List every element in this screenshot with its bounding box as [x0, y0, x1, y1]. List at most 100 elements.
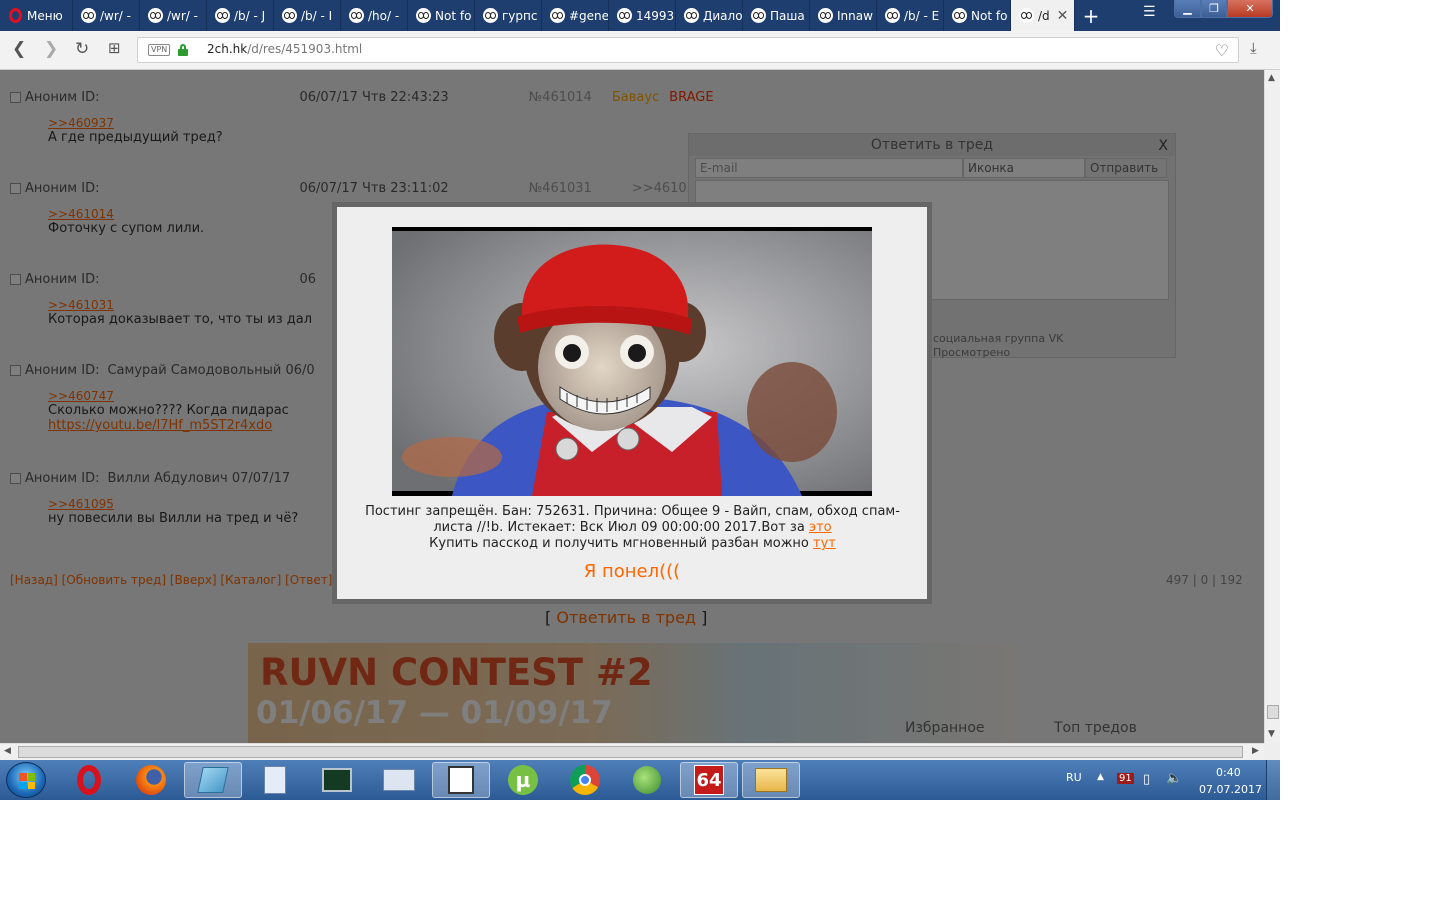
- tab[interactable]: /wr/ -: [140, 0, 207, 31]
- tab-label: /ho/ -: [368, 8, 400, 23]
- show-hidden-icons[interactable]: ▲: [1097, 772, 1104, 782]
- 2ch-favicon-icon: [282, 8, 297, 23]
- download-icon[interactable]: ⤓: [1250, 39, 1257, 57]
- scroll-thumb[interactable]: [1267, 705, 1279, 719]
- tab[interactable]: 14993: [609, 0, 676, 31]
- language-indicator[interactable]: RU: [1066, 771, 1082, 784]
- tab-label: /wr/ -: [100, 8, 131, 23]
- 2ch-favicon-icon: [751, 8, 766, 23]
- tab-label: Not fo: [435, 8, 472, 23]
- scroll-down-icon[interactable]: ▼: [1268, 729, 1275, 739]
- tab[interactable]: /b/ - E: [877, 0, 944, 31]
- tab-label: /b/ - I: [301, 8, 333, 23]
- new-tab-button[interactable]: +: [1075, 0, 1107, 31]
- windows-logo-icon: [19, 773, 35, 789]
- url-text[interactable]: 2ch.hk/d/res/451903.html: [207, 42, 362, 56]
- tab-label: Диало: [703, 8, 743, 23]
- ban-details-link[interactable]: это: [809, 520, 832, 535]
- scroll-up-icon[interactable]: ▲: [1268, 73, 1275, 83]
- tab[interactable]: #gene: [542, 0, 609, 31]
- tab[interactable]: Диало: [676, 0, 743, 31]
- tab[interactable]: гурпс: [475, 0, 542, 31]
- menu-label: Меню: [27, 8, 63, 23]
- notepad-taskbar-icon[interactable]: [184, 762, 242, 798]
- maximize-button[interactable]: ❐: [1201, 0, 1227, 18]
- start-button[interactable]: [6, 762, 46, 798]
- url-path: /d/res/451903.html: [247, 42, 363, 56]
- 2ch-favicon-icon: [416, 8, 431, 23]
- tab[interactable]: /ho/ -: [341, 0, 408, 31]
- 2ch-favicon-icon: [550, 8, 565, 23]
- minimize-button[interactable]: ▁: [1174, 0, 1201, 18]
- monkey-toy-image: [392, 227, 872, 496]
- screen: Меню /wr/ - /wr/ - /b/ - J /b/ - I /ho/ …: [0, 0, 1280, 800]
- back-icon[interactable]: ❮: [12, 39, 26, 59]
- tab-label: /d: [1038, 8, 1050, 23]
- 2ch-favicon-icon: [1019, 8, 1034, 23]
- tab-label: Innaw: [837, 8, 873, 23]
- tab[interactable]: Паша: [743, 0, 810, 31]
- close-tab-icon[interactable]: ✕: [1057, 8, 1069, 24]
- scroll-left-icon[interactable]: ◀: [4, 746, 11, 756]
- address-bar-row: ❮ ❯ ↻ ⊞ VPN 2ch.hk/d/res/451903.html ♡ ⤓: [0, 31, 1280, 70]
- opera-menu-button[interactable]: Меню: [0, 0, 73, 31]
- tab[interactable]: /b/ - I: [274, 0, 341, 31]
- 2ch-favicon-icon: [818, 8, 833, 23]
- ban-modal: Постинг запрещён. Бан: 752631. Причина: …: [332, 202, 932, 604]
- lock-icon[interactable]: [178, 44, 188, 56]
- 2ch-favicon-icon: [885, 8, 900, 23]
- firefox-taskbar-icon[interactable]: [122, 762, 180, 798]
- tab[interactable]: /b/ - J: [207, 0, 274, 31]
- tab[interactable]: /wr/ -: [73, 0, 140, 31]
- clock-time[interactable]: 0:40: [1216, 766, 1241, 779]
- scroll-right-icon[interactable]: ▶: [1252, 746, 1259, 756]
- vertical-scrollbar[interactable]: ▲ ▼: [1264, 70, 1280, 743]
- reload-icon[interactable]: ↻: [75, 39, 89, 59]
- url-host: 2ch.hk: [207, 42, 248, 56]
- tab-label: 14993: [636, 8, 675, 23]
- aida64-taskbar-icon[interactable]: 64: [680, 762, 738, 798]
- vpn-badge[interactable]: VPN: [148, 44, 171, 56]
- temperature-badge[interactable]: 91: [1117, 773, 1134, 784]
- acknowledge-button[interactable]: Я понел(((: [337, 561, 927, 582]
- keyboard-taskbar-icon[interactable]: [370, 762, 428, 798]
- passcode-link[interactable]: тут: [813, 536, 836, 551]
- 2ch-favicon-icon: [952, 8, 967, 23]
- power-icon[interactable]: ▯: [1143, 772, 1150, 787]
- clock-date[interactable]: 07.07.2017: [1199, 783, 1262, 796]
- calculator-taskbar-icon[interactable]: [246, 762, 304, 798]
- 2ch-favicon-icon: [483, 8, 498, 23]
- close-window-button[interactable]: ✕: [1227, 0, 1273, 18]
- forward-icon[interactable]: ❯: [44, 39, 58, 59]
- tab-strip: Меню /wr/ - /wr/ - /b/ - J /b/ - I /ho/ …: [0, 0, 1280, 31]
- tab-menu-icon[interactable]: ☰: [1143, 4, 1156, 20]
- tab-label: гурпс: [502, 8, 538, 23]
- 2ch-favicon-icon: [81, 8, 96, 23]
- tab[interactable]: Innaw: [810, 0, 877, 31]
- 2ch-favicon-icon: [349, 8, 364, 23]
- opera-taskbar-icon[interactable]: [60, 762, 118, 798]
- scroll-thumb[interactable]: [18, 746, 1243, 758]
- tab[interactable]: Not fo: [944, 0, 1011, 31]
- tab-label: /b/ - E: [904, 8, 940, 23]
- tab-label: /wr/ -: [167, 8, 198, 23]
- speed-dial-icon[interactable]: ⊞: [108, 39, 121, 57]
- explorer-taskbar-icon[interactable]: [742, 762, 800, 798]
- tab-label: /b/ - J: [234, 8, 266, 23]
- chrome-taskbar-icon[interactable]: [556, 762, 614, 798]
- url-field[interactable]: VPN 2ch.hk/d/res/451903.html ♡: [137, 37, 1239, 63]
- app-window-taskbar-icon[interactable]: [432, 762, 490, 798]
- task-manager-taskbar-icon[interactable]: [308, 762, 366, 798]
- opera-logo-icon: [9, 8, 22, 23]
- 2ch-favicon-icon: [617, 8, 632, 23]
- passcode-text: Купить пасскод и получить мгновенный раз…: [429, 536, 809, 551]
- network-globe-taskbar-icon[interactable]: [618, 762, 676, 798]
- tab-label: #gene: [569, 8, 609, 23]
- tab[interactable]: Not fo: [408, 0, 475, 31]
- heart-icon[interactable]: ♡: [1215, 41, 1229, 60]
- utorrent-taskbar-icon[interactable]: µ: [494, 762, 552, 798]
- horizontal-scrollbar[interactable]: ◀ ▶: [0, 743, 1264, 760]
- tab-active[interactable]: /d ✕: [1011, 0, 1075, 31]
- volume-icon[interactable]: 🔈: [1166, 771, 1182, 786]
- show-desktop-button[interactable]: [1266, 760, 1280, 800]
